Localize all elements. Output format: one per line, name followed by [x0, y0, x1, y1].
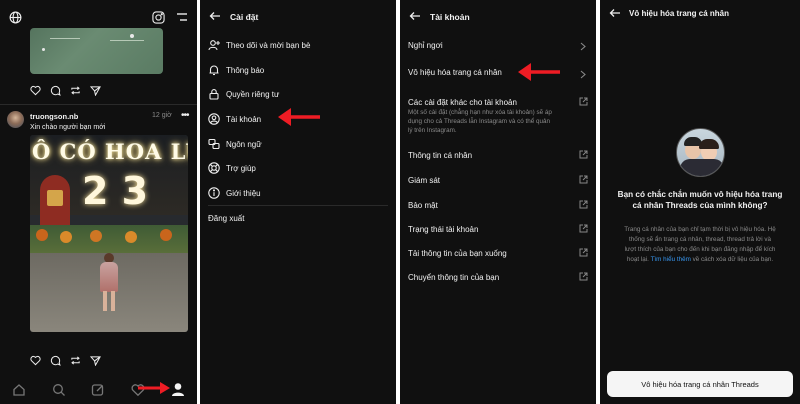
deactivate-threads-button[interactable]: Vô hiệu hóa trang cá nhân Threads — [607, 371, 793, 397]
previous-post-image[interactable] — [30, 28, 163, 74]
globe-icon[interactable] — [9, 11, 22, 24]
threads-feed-screen: truongson.nb 12 giờ ••• Xin chào người b… — [0, 0, 197, 404]
neon-sign-text: Ô CÓ HOA LU — [32, 139, 188, 164]
back-arrow-icon[interactable] — [409, 11, 421, 21]
home-icon[interactable] — [12, 383, 26, 397]
heart-icon[interactable] — [30, 85, 41, 96]
external-link-icon — [579, 175, 588, 184]
search-icon[interactable] — [52, 383, 66, 397]
menu-icon[interactable] — [176, 12, 188, 22]
compose-icon[interactable] — [91, 383, 105, 397]
annotation-arrow — [516, 61, 562, 83]
settings-screen: Cài đặt Theo dõi và mời bạn bè Thông báo… — [200, 0, 396, 404]
page-title: Cài đặt — [230, 12, 259, 22]
repost-icon[interactable] — [70, 85, 81, 96]
other-settings-description: Một số cài đặt (chẳng hạn như xóa tài kh… — [408, 109, 552, 116]
confirm-question: Bạn có chắc chắn muốn vô hiệu hóa trang — [617, 190, 783, 199]
heart-icon[interactable] — [30, 355, 41, 366]
page-title: Tài khoản — [430, 12, 470, 22]
deactivate-screen: Vô hiệu hóa trang cá nhân Bạn có chắc ch… — [600, 0, 800, 404]
comment-icon[interactable] — [50, 355, 61, 366]
post-time: 12 giờ — [152, 112, 172, 119]
add-person-icon — [208, 39, 220, 51]
external-link-icon — [579, 272, 588, 281]
external-link-icon — [579, 248, 588, 257]
learn-more-link[interactable]: Tìm hiểu thêm — [651, 256, 691, 263]
more-icon[interactable]: ••• — [181, 110, 189, 121]
annotation-arrow — [276, 106, 322, 128]
account-screen: Tài khoản Nghỉ ngơi Vô hiệu hóa trang cá… — [400, 0, 596, 404]
profile-photo — [676, 128, 725, 177]
send-icon[interactable] — [90, 355, 101, 366]
chevron-right-icon — [580, 70, 586, 79]
post-caption: Xin chào người bạn mới — [30, 124, 106, 131]
chevron-right-icon — [580, 42, 586, 51]
logout-button[interactable]: Đăng xuất — [208, 214, 244, 223]
post-author[interactable]: truongson.nb — [30, 112, 78, 121]
send-icon[interactable] — [90, 85, 101, 96]
post-image[interactable]: Ô CÓ HOA LU 2 3 — [30, 135, 188, 332]
deactivate-description: Trang cá nhân của bạn chỉ tạm thời bị vô… — [624, 226, 776, 233]
info-icon — [208, 187, 220, 199]
profile-icon[interactable] — [171, 382, 185, 397]
back-arrow-icon[interactable] — [209, 11, 221, 21]
neon-numbers: 2 3 — [82, 169, 149, 213]
annotation-arrow — [138, 380, 172, 396]
external-link-icon — [579, 224, 588, 233]
repost-icon[interactable] — [70, 355, 81, 366]
instagram-icon[interactable] — [152, 11, 165, 24]
external-link-icon — [579, 97, 588, 106]
avatar[interactable] — [7, 111, 24, 128]
back-arrow-icon[interactable] — [609, 8, 621, 18]
lock-icon — [208, 88, 220, 100]
help-icon — [208, 162, 220, 174]
page-title: Vô hiệu hóa trang cá nhân — [629, 9, 730, 18]
bell-icon — [208, 64, 220, 76]
external-link-icon — [579, 150, 588, 159]
external-link-icon — [579, 200, 588, 209]
account-icon — [208, 113, 220, 125]
comment-icon[interactable] — [50, 85, 61, 96]
language-icon — [208, 138, 220, 150]
